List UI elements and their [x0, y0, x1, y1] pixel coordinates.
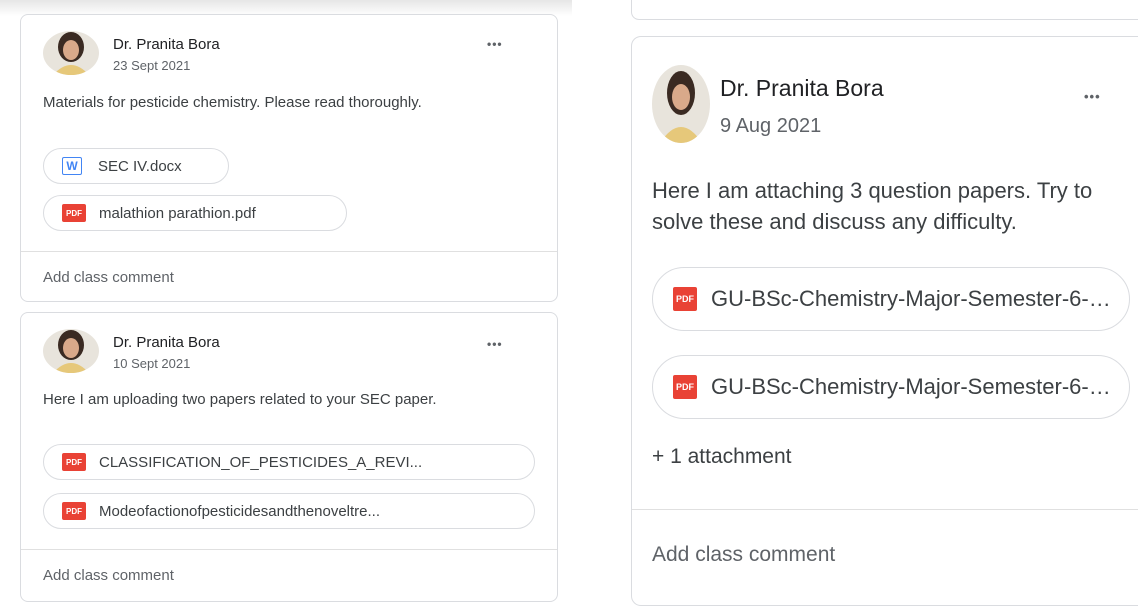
more-options-icon[interactable]: ••• — [487, 337, 503, 351]
post-card-2: Dr. Pranita Bora 10 Sept 2021 ••• Here I… — [20, 312, 558, 602]
pdf-file-icon: PDF — [62, 502, 86, 520]
pdf-file-icon: PDF — [62, 453, 86, 471]
attachment-chip[interactable]: PDF malathion parathion.pdf — [43, 195, 347, 231]
post-message: Materials for pesticide chemistry. Pleas… — [43, 94, 422, 111]
author-name[interactable]: Dr. Pranita Bora — [113, 36, 220, 53]
avatar — [43, 329, 99, 373]
divider — [21, 549, 557, 550]
post-date: 10 Sept 2021 — [113, 356, 191, 371]
pdf-file-icon: PDF — [673, 375, 697, 399]
add-class-comment[interactable]: Add class comment — [43, 269, 174, 286]
post-message: Here I am attaching 3 question papers. T… — [652, 178, 1093, 234]
post-message: Here I am uploading two papers related t… — [43, 391, 437, 408]
author-name[interactable]: Dr. Pranita Bora — [720, 75, 884, 102]
word-file-icon: W — [62, 157, 82, 175]
post-date: 9 Aug 2021 — [720, 115, 822, 137]
attachment-name: SEC IV.docx — [98, 157, 182, 175]
avatar — [43, 31, 99, 75]
more-attachments-link[interactable]: + 1 attachment — [652, 445, 792, 469]
more-options-icon[interactable]: ••• — [487, 37, 503, 51]
pdf-file-icon: PDF — [673, 287, 697, 311]
attachment-chip[interactable]: PDF Modeofactionofpesticidesandthenovelt… — [43, 493, 535, 529]
post-card-1: Dr. Pranita Bora 23 Sept 2021 ••• Materi… — [20, 14, 558, 302]
attachment-chip[interactable]: PDF GU-BSc-Chemistry-Major-Semester-6-P.… — [652, 355, 1130, 419]
more-options-icon[interactable]: ••• — [1084, 89, 1101, 104]
attachment-chip[interactable]: W SEC IV.docx — [43, 148, 229, 184]
attachment-name: CLASSIFICATION_OF_PESTICIDES_A_REVI... — [99, 453, 423, 471]
attachment-name: Modeofactionofpesticidesandthenoveltre..… — [99, 502, 381, 520]
divider — [632, 509, 1138, 510]
pdf-file-icon: PDF — [62, 204, 86, 222]
avatar — [652, 65, 710, 143]
attachment-chip[interactable]: PDF GU-BSc-Chemistry-Major-Semester-6-P.… — [652, 267, 1130, 331]
add-class-comment[interactable]: Add class comment — [43, 567, 174, 584]
divider — [21, 251, 557, 252]
attachment-name: malathion parathion.pdf — [99, 204, 256, 222]
author-name[interactable]: Dr. Pranita Bora — [113, 334, 220, 351]
add-class-comment[interactable]: Add class comment — [652, 543, 835, 567]
previous-post-card — [631, 0, 1138, 20]
attachment-name: GU-BSc-Chemistry-Major-Semester-6-P... — [711, 286, 1111, 311]
post-date: 23 Sept 2021 — [113, 58, 191, 73]
post-card-3: Dr. Pranita Bora 9 Aug 2021 ••• Here I a… — [631, 36, 1138, 606]
attachment-name: GU-BSc-Chemistry-Major-Semester-6-P... — [711, 374, 1111, 399]
attachment-chip[interactable]: PDF CLASSIFICATION_OF_PESTICIDES_A_REVI.… — [43, 444, 535, 480]
